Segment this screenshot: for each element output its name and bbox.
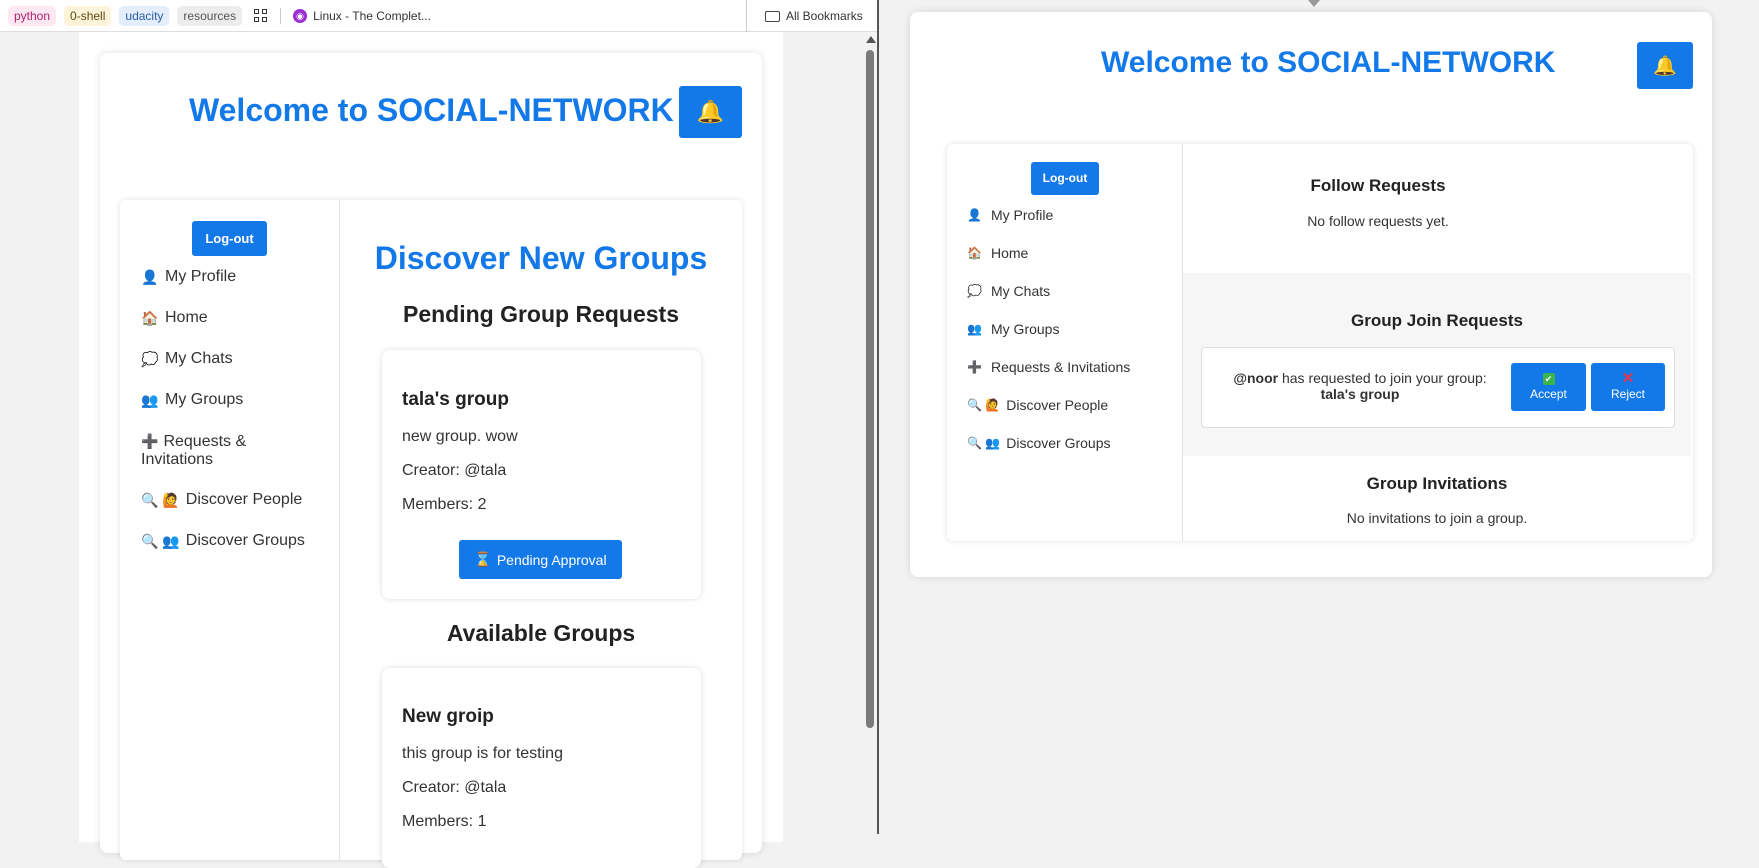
sidebar-item-requests-invitations[interactable]: ➕ Requests & Invitations <box>141 432 291 469</box>
search-person-icon: 🔍 🙋 <box>967 398 1001 412</box>
bookmark-python[interactable]: python <box>8 5 57 26</box>
available-group-card: New groip this group is for testing Crea… <box>382 668 701 868</box>
sidebar-item-label: Discover People <box>185 491 303 508</box>
group-name: tala's group <box>402 389 509 410</box>
sidebar-item-home[interactable]: 🏠 Home <box>967 245 1177 261</box>
groups-icon: 👥 <box>967 322 982 336</box>
pending-approval-label: Pending Approval <box>496 551 607 568</box>
sidebar-item-label: Discover Groups <box>1006 435 1111 451</box>
group-creator: Creator: @tala <box>402 462 507 479</box>
sidebar-item-my-groups[interactable]: 👥 My Groups <box>967 321 1177 337</box>
collapse-arrow-icon[interactable] <box>1308 0 1320 7</box>
page-title: Welcome to SOCIAL-NETWORK <box>1101 46 1556 79</box>
apps-grid-icon[interactable] <box>254 8 268 23</box>
check-icon: ✔ <box>1542 373 1555 385</box>
sidebar-item-label: My Chats <box>165 350 233 367</box>
requester-username: @noor <box>1233 370 1279 386</box>
sidebar-item-my-groups[interactable]: 👥 My Groups <box>141 391 331 409</box>
group-creator: Creator: @tala <box>402 779 507 796</box>
sidebar-item-label: ➕ Requests & Invitations <box>141 432 291 469</box>
sidebar-item-my-chats[interactable]: 💭 My Chats <box>141 350 331 368</box>
sidebar-item-label: My Groups <box>165 391 244 408</box>
sidebar-item-my-profile[interactable]: 👤 My Profile <box>141 268 331 286</box>
bookmark-linux[interactable]: ◉ Linux - The Complet... <box>293 8 431 23</box>
hourglass-icon: ⌛ <box>474 551 492 567</box>
page-title: Welcome to SOCIAL-NETWORK <box>189 92 674 128</box>
chat-bubble-icon: 💭 <box>967 284 982 298</box>
cross-icon: ✕ <box>1621 370 1635 387</box>
bookmark-resources[interactable]: resources <box>177 5 243 26</box>
sidebar-item-label: Home <box>991 245 1029 261</box>
group-invitations-empty: No invitations to join a group. <box>1346 510 1528 526</box>
folder-icon <box>765 10 780 22</box>
bell-icon: 🔔 <box>1653 55 1677 77</box>
all-bookmarks-label: All Bookmarks <box>786 9 863 23</box>
linux-favicon-icon: ◉ <box>293 8 308 23</box>
group-invitations-heading: Group Invitations <box>1366 474 1508 493</box>
logout-button[interactable]: Log-out <box>192 221 267 256</box>
search-person-icon: 🔍 🙋 <box>141 492 180 508</box>
group-name: New groip <box>402 706 494 727</box>
group-description: new group. wow <box>402 428 518 445</box>
sidebar-item-requests-invitations[interactable]: ➕ Requests & Invitations <box>967 359 1177 375</box>
sidebar-item-label: My Profile <box>991 207 1054 223</box>
bell-icon: 🔔 <box>696 99 725 124</box>
group-description: this group is for testing <box>402 745 563 762</box>
profile-icon: 👤 <box>967 208 982 222</box>
group-members: Members: 1 <box>402 813 487 830</box>
sidebar-item-label: Requests & Invitations <box>991 359 1131 375</box>
reject-button[interactable]: ✕ Reject <box>1591 363 1665 411</box>
discover-heading: Discover New Groups <box>374 240 708 276</box>
sidebar-item-label: Discover Groups <box>185 532 305 549</box>
pending-requests-heading: Pending Group Requests <box>402 301 680 327</box>
sidebar-item-discover-people[interactable]: 🔍 🙋 Discover People <box>967 397 1177 413</box>
follow-requests-empty: No follow requests yet. <box>1307 213 1449 229</box>
sidebar-item-label: Discover People <box>1006 397 1109 413</box>
groups-icon: 👥 <box>141 392 159 408</box>
plus-icon: ➕ <box>967 360 982 374</box>
group-join-requests-heading: Group Join Requests <box>1351 311 1523 330</box>
profile-icon: 👤 <box>141 269 159 285</box>
pending-group-card: tala's group new group. wow Creator: @ta… <box>382 350 701 599</box>
bookmark-linux-label: Linux - The Complet... <box>313 8 431 23</box>
request-message: has requested to join your group: <box>1278 370 1487 386</box>
all-bookmarks[interactable]: All Bookmarks <box>746 0 863 32</box>
sidebar-item-my-profile[interactable]: 👤 My Profile <box>967 207 1177 223</box>
sidebar-item-label: My Groups <box>991 321 1060 337</box>
follow-requests-heading: Follow Requests <box>1310 176 1446 195</box>
sidebar-item-home[interactable]: 🏠 Home <box>141 309 331 327</box>
bookmark-shell[interactable]: 0-shell <box>64 5 112 26</box>
sidebar-item-label: My Profile <box>165 268 237 285</box>
sidebar-item-discover-people[interactable]: 🔍 🙋 Discover People <box>141 491 331 509</box>
search-groups-icon: 🔍 👥 <box>967 436 1001 450</box>
notifications-button[interactable]: 🔔 <box>1637 42 1693 89</box>
accept-label: Accept <box>1530 387 1567 401</box>
scrollbar-thumb[interactable] <box>866 50 874 728</box>
accept-button[interactable]: ✔ Accept <box>1511 363 1586 411</box>
sidebar-item-label: My Chats <box>991 283 1051 299</box>
group-members: Members: 2 <box>402 496 487 513</box>
left-sidebar <box>120 200 340 860</box>
sidebar-item-my-chats[interactable]: 💭 My Chats <box>967 283 1177 299</box>
reject-label: Reject <box>1610 387 1645 401</box>
scroll-up-arrow-icon[interactable] <box>866 36 876 43</box>
available-groups-heading: Available Groups <box>446 620 636 646</box>
chat-bubble-icon: 💭 <box>141 351 159 367</box>
bookmark-separator <box>280 7 282 24</box>
notifications-button[interactable]: 🔔 <box>679 86 742 138</box>
home-icon: 🏠 <box>967 246 982 260</box>
sidebar-item-discover-groups[interactable]: 🔍 👥 Discover Groups <box>141 532 331 550</box>
search-groups-icon: 🔍 👥 <box>141 533 180 549</box>
plus-icon: ➕ <box>141 433 159 449</box>
logout-button[interactable]: Log-out <box>1031 162 1099 195</box>
sidebar-item-discover-groups[interactable]: 🔍 👥 Discover Groups <box>967 435 1177 451</box>
sidebar-item-label: Home <box>165 309 208 326</box>
requested-group-name: tala's group <box>1320 386 1400 402</box>
join-request-text: @noor has requested to join your group: … <box>1225 370 1495 402</box>
pending-approval-button[interactable]: ⌛ Pending Approval <box>459 540 622 579</box>
right-sidebar <box>947 144 1183 541</box>
bookmark-udacity[interactable]: udacity <box>119 5 170 26</box>
home-icon: 🏠 <box>141 310 159 326</box>
